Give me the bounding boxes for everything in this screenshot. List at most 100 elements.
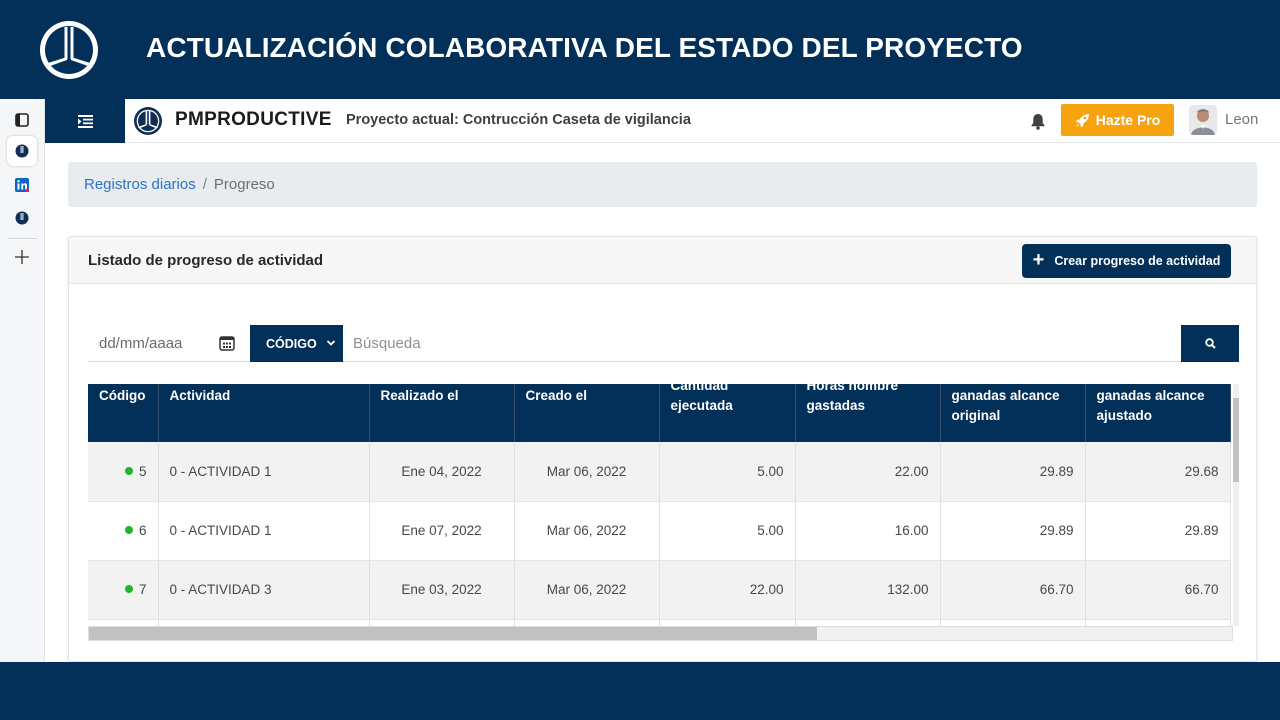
cell-hours: 16.00 bbox=[795, 501, 941, 561]
code-value: 6 bbox=[138, 523, 147, 538]
cell-earned-original bbox=[940, 619, 1086, 626]
cell-done-date: Ene 04, 2022 bbox=[369, 442, 515, 502]
pmproductive-app-button-2[interactable] bbox=[7, 203, 37, 233]
column-header-codigo[interactable]: Código bbox=[88, 384, 159, 442]
app-header: PMPRODUCTIVE Proyecto actual: Contrucció… bbox=[125, 99, 1280, 143]
table-row[interactable]: 6 0 - ACTIVIDAD 1 Ene 07, 2022 Mar 06, 2… bbox=[88, 501, 1231, 561]
user-avatar[interactable] bbox=[1189, 105, 1217, 135]
cell-created-date bbox=[514, 619, 660, 626]
cell-quantity bbox=[659, 619, 796, 626]
column-header-label: Código bbox=[99, 388, 146, 403]
breadcrumb-separator: / bbox=[202, 176, 207, 193]
breadcrumb-link-registros[interactable]: Registros diarios bbox=[84, 176, 196, 193]
column-header-label: ganadas alcance bbox=[1096, 388, 1205, 403]
cell-earned-adjusted bbox=[1085, 619, 1231, 626]
cell-earned-adjusted: 66.70 bbox=[1085, 560, 1231, 620]
cell-earned-original: 29.89 bbox=[940, 501, 1086, 561]
column-header-actividad[interactable]: Actividad bbox=[158, 384, 370, 442]
main-content: Registros diarios / Progreso Listado de … bbox=[45, 143, 1280, 662]
cell-activity: 0 - ACTIVIDAD 1 bbox=[158, 442, 370, 502]
table-row[interactable]: 7 0 - ACTIVIDAD 3 Ene 03, 2022 Mar 06, 2… bbox=[88, 560, 1231, 620]
cell-created-date: Mar 06, 2022 bbox=[514, 501, 660, 561]
table-horizontal-scrollbar[interactable] bbox=[88, 626, 1233, 641]
linkedin-button[interactable] bbox=[7, 170, 37, 200]
column-header-horas[interactable]: Horas hombre gastadas bbox=[795, 384, 941, 442]
column-header-label: original bbox=[951, 408, 1001, 423]
menu-toggle-button[interactable] bbox=[45, 99, 125, 143]
rocket-icon bbox=[1075, 113, 1089, 127]
progress-list-card: Listado de progreso de actividad + Crear… bbox=[68, 236, 1257, 662]
date-filter-input[interactable]: dd/mm/aaaa bbox=[88, 325, 248, 361]
cell-code bbox=[88, 619, 159, 626]
pmproductive-app-button[interactable] bbox=[7, 136, 37, 166]
table-row[interactable]: 5 0 - ACTIVIDAD 1 Ene 04, 2022 Mar 06, 2… bbox=[88, 442, 1231, 502]
sidebar-panel-button[interactable] bbox=[7, 105, 37, 135]
pmproductive-app-icon bbox=[15, 211, 29, 225]
column-header-alcance-original[interactable]: ganadas alcance original bbox=[940, 384, 1086, 442]
code-value: 7 bbox=[138, 582, 147, 597]
sidebar-divider bbox=[8, 238, 37, 239]
create-progress-label: Crear progreso de actividad bbox=[1054, 254, 1221, 268]
hazte-pro-button[interactable]: Hazte Pro bbox=[1061, 104, 1174, 136]
column-header-realizado[interactable]: Realizado el bbox=[369, 384, 515, 442]
search-placeholder: Búsqueda bbox=[353, 334, 421, 352]
slide-title: ACTUALIZACIÓN COLABORATIVA DEL ESTADO DE… bbox=[146, 32, 1023, 63]
table-row[interactable] bbox=[88, 619, 1231, 626]
cell-hours: 132.00 bbox=[795, 560, 941, 620]
column-header-label: ajustado bbox=[1096, 408, 1153, 423]
cell-done-date: Ene 03, 2022 bbox=[369, 560, 515, 620]
pmproductive-app-icon bbox=[15, 144, 29, 158]
cell-quantity: 5.00 bbox=[659, 501, 796, 561]
cell-earned-original: 66.70 bbox=[940, 560, 1086, 620]
hazte-pro-label: Hazte Pro bbox=[1095, 112, 1161, 128]
search-input[interactable]: Búsqueda bbox=[353, 325, 1173, 361]
menu-toggle-icon bbox=[77, 114, 93, 128]
cell-code: 7 bbox=[88, 560, 159, 620]
brand-name[interactable]: PMPRODUCTIVE bbox=[175, 109, 332, 131]
cell-activity bbox=[158, 619, 370, 626]
add-sidebar-app-button[interactable] bbox=[7, 242, 37, 272]
user-photo bbox=[1189, 105, 1217, 135]
cell-created-date: Mar 06, 2022 bbox=[514, 560, 660, 620]
plus-icon bbox=[15, 250, 29, 264]
column-header-label: Horas hombre bbox=[806, 384, 899, 393]
cell-hours: 22.00 bbox=[795, 442, 941, 502]
cell-activity: 0 - ACTIVIDAD 1 bbox=[158, 501, 370, 561]
breadcrumb-current: Progreso bbox=[213, 176, 275, 193]
create-progress-button[interactable]: + Crear progreso de actividad bbox=[1022, 244, 1231, 278]
search-button[interactable] bbox=[1181, 325, 1239, 362]
slide-banner: ACTUALIZACIÓN COLABORATIVA DEL ESTADO DE… bbox=[0, 0, 1280, 99]
search-field-select[interactable]: CÓDIGO bbox=[250, 325, 343, 362]
cell-hours bbox=[795, 619, 941, 626]
chevron-down-icon bbox=[326, 340, 336, 346]
cell-done-date bbox=[369, 619, 515, 626]
vertical-scroll-thumb[interactable] bbox=[1233, 398, 1239, 482]
date-placeholder: dd/mm/aaaa bbox=[99, 334, 183, 352]
code-value: 5 bbox=[138, 463, 147, 479]
current-project-label: Proyecto actual: Contrucción Caseta de v… bbox=[346, 112, 691, 128]
column-header-label: Realizado el bbox=[380, 388, 459, 403]
column-header-label: ejecutada bbox=[670, 398, 733, 413]
plus-icon: + bbox=[1032, 249, 1045, 271]
user-name[interactable]: Leon bbox=[1225, 111, 1258, 128]
cell-code: 5 bbox=[88, 442, 159, 502]
cell-earned-adjusted: 29.68 bbox=[1085, 442, 1231, 502]
column-header-creado[interactable]: Creado el bbox=[514, 384, 660, 442]
cell-earned-original: 29.89 bbox=[940, 442, 1086, 502]
cell-code: 6 bbox=[88, 501, 159, 561]
column-header-cantidad[interactable]: Cantidad ejecutada bbox=[659, 384, 796, 442]
cell-earned-adjusted: 29.89 bbox=[1085, 501, 1231, 561]
pmproductive-logo-icon bbox=[40, 21, 98, 79]
column-header-label: Creado el bbox=[525, 388, 588, 403]
card-title: Listado de progreso de actividad bbox=[88, 252, 324, 269]
breadcrumb: Registros diarios / Progreso bbox=[68, 162, 1257, 207]
cell-quantity: 5.00 bbox=[659, 442, 796, 502]
column-header-alcance-ajustado[interactable]: ganadas alcance ajustado bbox=[1085, 384, 1231, 442]
table-vertical-scrollbar[interactable] bbox=[1233, 384, 1239, 626]
cell-created-date: Mar 06, 2022 bbox=[514, 442, 660, 502]
bell-icon bbox=[1031, 113, 1045, 130]
filter-bar: dd/mm/aaaa CÓDIGO Búsqueda bbox=[88, 325, 1239, 362]
calendar-icon[interactable] bbox=[219, 335, 235, 351]
horizontal-scroll-thumb[interactable] bbox=[89, 627, 817, 640]
notifications-button[interactable] bbox=[1027, 110, 1049, 132]
